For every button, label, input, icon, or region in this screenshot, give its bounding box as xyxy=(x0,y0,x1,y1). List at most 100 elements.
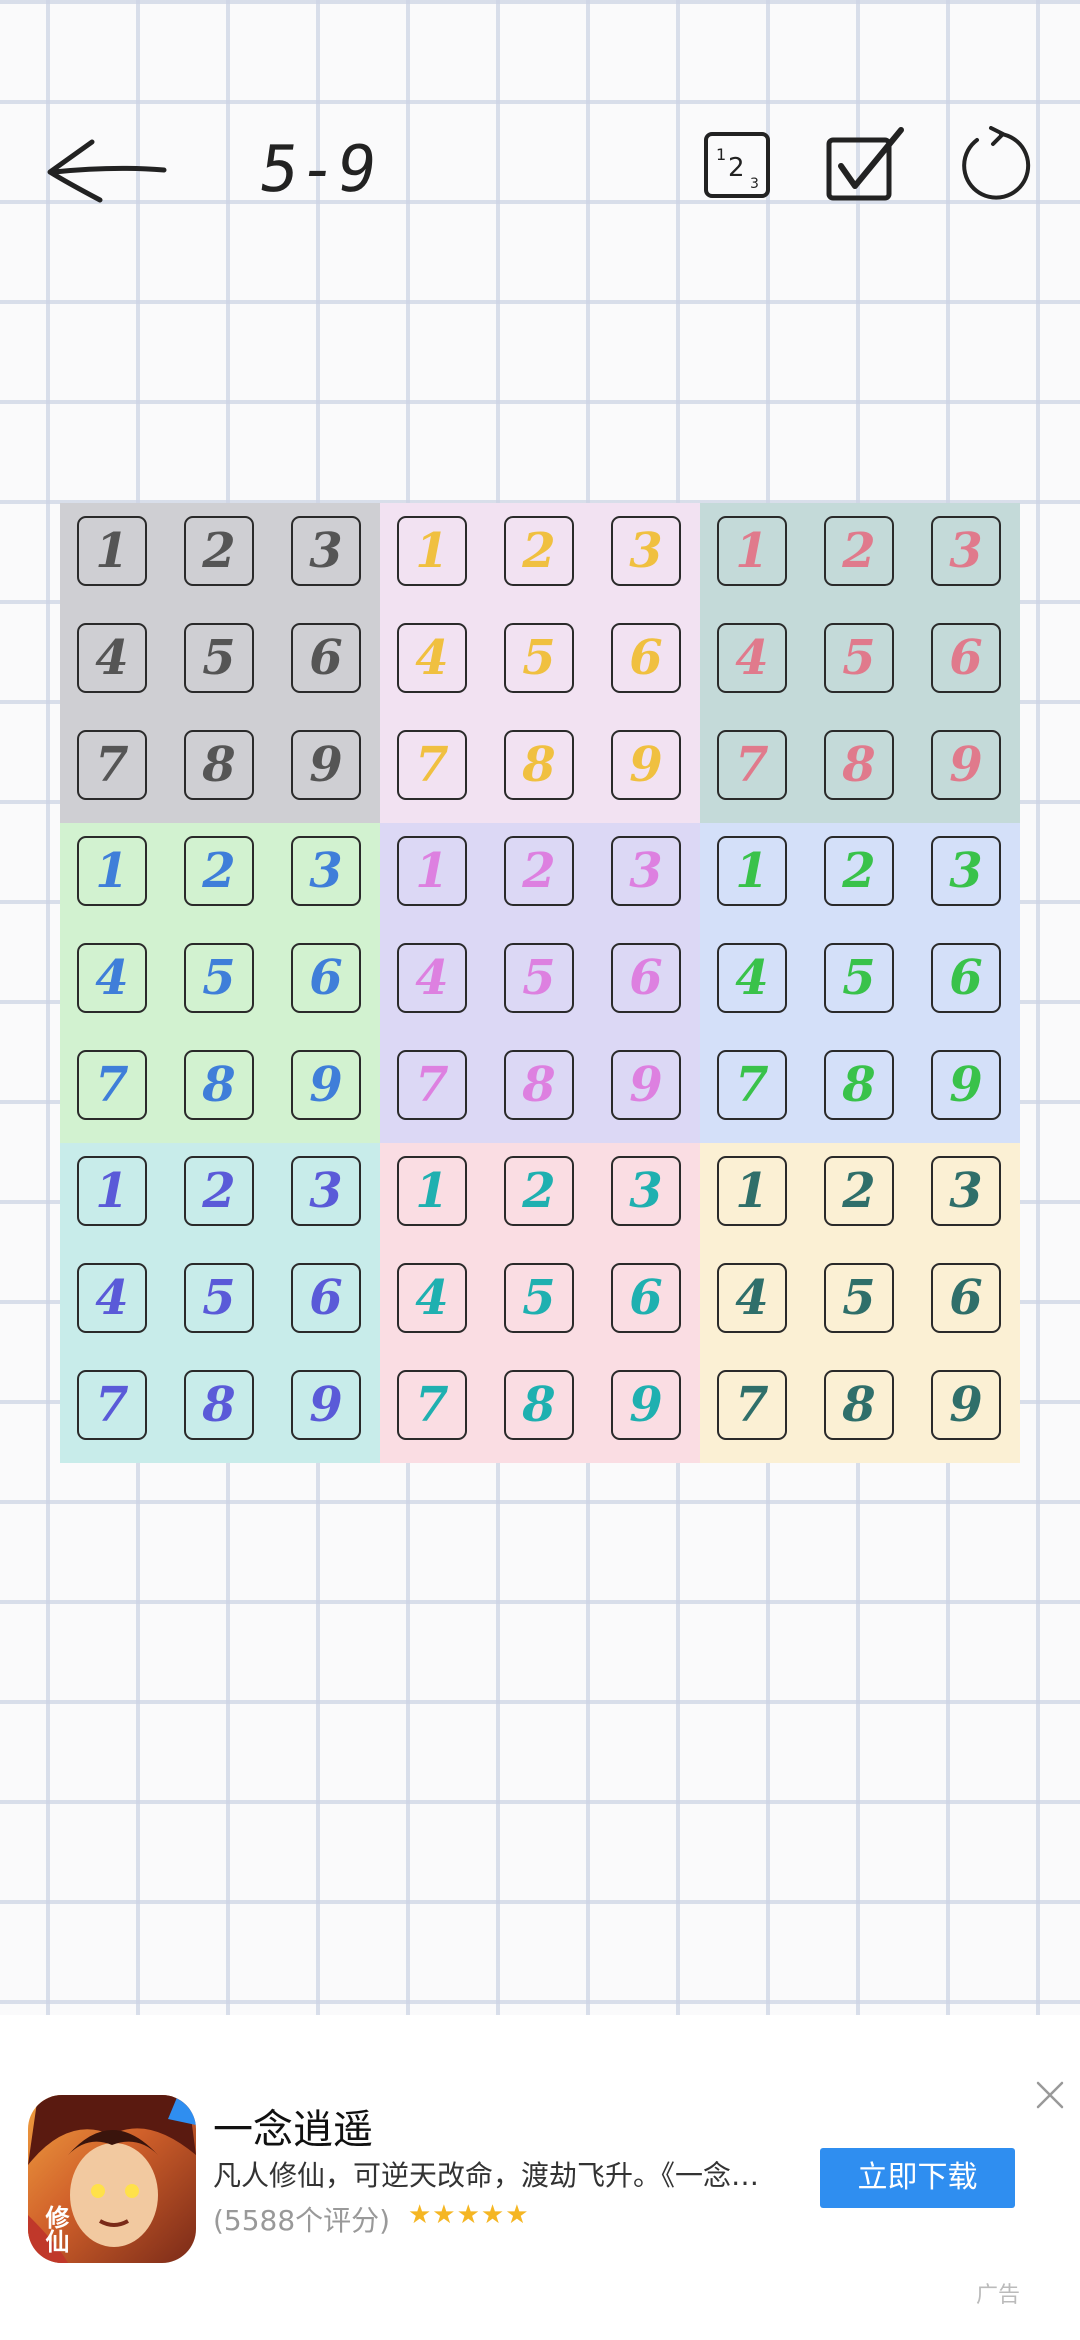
number-cell[interactable]: 6 xyxy=(611,943,681,1013)
number-cell[interactable]: 8 xyxy=(184,1050,254,1120)
ad-label: 广告 xyxy=(976,2283,1021,2308)
number-cell[interactable]: 4 xyxy=(77,943,147,1013)
number-cell[interactable]: 7 xyxy=(77,730,147,800)
ad-banner[interactable]: 修仙 一念逍遥 凡人修仙，可逆天改命，渡劫飞升。《一念… (5588个评分) ★… xyxy=(0,2015,1080,2340)
number-cell[interactable]: 1 xyxy=(717,516,787,586)
number-cell[interactable]: 3 xyxy=(611,1156,681,1226)
number-cell[interactable]: 8 xyxy=(504,1050,574,1120)
number-cell[interactable]: 9 xyxy=(291,730,361,800)
number-cell[interactable]: 2 xyxy=(184,516,254,586)
number-cell[interactable]: 5 xyxy=(504,943,574,1013)
number-cell[interactable]: 9 xyxy=(291,1370,361,1440)
svg-text:1: 1 xyxy=(716,145,726,164)
number-cell[interactable]: 1 xyxy=(397,1156,467,1226)
number-cell[interactable]: 5 xyxy=(824,1263,894,1333)
number-cell[interactable]: 3 xyxy=(931,1156,1001,1226)
number-cell[interactable]: 3 xyxy=(291,1156,361,1226)
number-cell[interactable]: 6 xyxy=(931,623,1001,693)
number-cell[interactable]: 8 xyxy=(504,730,574,800)
number-cell[interactable]: 1 xyxy=(77,516,147,586)
arrow-left-icon xyxy=(47,139,167,203)
number-cell[interactable]: 9 xyxy=(931,1370,1001,1440)
number-cell[interactable]: 5 xyxy=(184,1263,254,1333)
number-cell[interactable]: 6 xyxy=(931,943,1001,1013)
number-cell[interactable]: 3 xyxy=(611,836,681,906)
number-cell[interactable]: 5 xyxy=(184,623,254,693)
box-5: 123 456 789 xyxy=(380,823,700,1143)
number-cell[interactable]: 9 xyxy=(931,730,1001,800)
number-cell[interactable]: 3 xyxy=(611,516,681,586)
number-cell[interactable]: 3 xyxy=(291,516,361,586)
number-cell[interactable]: 5 xyxy=(504,623,574,693)
number-cell[interactable]: 9 xyxy=(611,1370,681,1440)
number-cell[interactable]: 5 xyxy=(824,623,894,693)
number-cell[interactable]: 7 xyxy=(717,730,787,800)
number-cell[interactable]: 7 xyxy=(397,730,467,800)
number-cell[interactable]: 9 xyxy=(291,1050,361,1120)
number-cell[interactable]: 2 xyxy=(824,836,894,906)
back-button[interactable] xyxy=(44,128,174,208)
number-cell[interactable]: 8 xyxy=(824,730,894,800)
restart-button[interactable] xyxy=(955,126,1035,206)
number-cell[interactable]: 1 xyxy=(717,1156,787,1226)
number-cell[interactable]: 5 xyxy=(184,943,254,1013)
number-cell[interactable]: 4 xyxy=(77,623,147,693)
number-cell[interactable]: 9 xyxy=(611,730,681,800)
box-3: 123 456 789 xyxy=(700,503,1020,823)
number-cell[interactable]: 1 xyxy=(717,836,787,906)
number-cell[interactable]: 3 xyxy=(291,836,361,906)
number-cell[interactable]: 1 xyxy=(397,516,467,586)
number-cell[interactable]: 2 xyxy=(184,836,254,906)
number-cell[interactable]: 7 xyxy=(717,1050,787,1120)
number-cell[interactable]: 8 xyxy=(504,1370,574,1440)
ad-description: 凡人修仙，可逆天改命，渡劫飞升。《一念… xyxy=(213,2159,760,2192)
number-cell[interactable]: 2 xyxy=(184,1156,254,1226)
ad-icon-text: 修仙 xyxy=(41,2205,69,2253)
number-cell[interactable]: 4 xyxy=(397,943,467,1013)
check-button[interactable] xyxy=(823,126,904,206)
ad-stars: ★★★★★ xyxy=(408,2200,530,2230)
number-cell[interactable]: 6 xyxy=(611,623,681,693)
number-cell[interactable]: 6 xyxy=(291,943,361,1013)
number-cell[interactable]: 9 xyxy=(611,1050,681,1120)
number-cell[interactable]: 2 xyxy=(504,516,574,586)
ad-download-button[interactable]: 立即下载 xyxy=(820,2148,1015,2208)
top-bar: 5-9 1 2 3 xyxy=(0,120,1080,220)
ad-app-icon[interactable]: 修仙 xyxy=(28,2095,196,2263)
number-hint-button[interactable]: 1 2 3 xyxy=(698,126,778,206)
number-cell[interactable]: 2 xyxy=(504,1156,574,1226)
number-cell[interactable]: 7 xyxy=(77,1370,147,1440)
number-cell[interactable]: 8 xyxy=(184,1370,254,1440)
number-cell[interactable]: 9 xyxy=(931,1050,1001,1120)
number-cell[interactable]: 7 xyxy=(397,1370,467,1440)
number-cell[interactable]: 8 xyxy=(184,730,254,800)
number-cell[interactable]: 6 xyxy=(611,1263,681,1333)
number-cell[interactable]: 5 xyxy=(504,1263,574,1333)
number-cell[interactable]: 6 xyxy=(931,1263,1001,1333)
number-cell[interactable]: 7 xyxy=(397,1050,467,1120)
box-6: 123 456 789 xyxy=(700,823,1020,1143)
number-cell[interactable]: 4 xyxy=(397,623,467,693)
number-cell[interactable]: 7 xyxy=(77,1050,147,1120)
number-cell[interactable]: 4 xyxy=(717,1263,787,1333)
number-cell[interactable]: 6 xyxy=(291,623,361,693)
number-cell[interactable]: 2 xyxy=(824,516,894,586)
ad-close-button[interactable] xyxy=(1030,2075,1070,2115)
number-cell[interactable]: 1 xyxy=(77,836,147,906)
number-cell[interactable]: 3 xyxy=(931,836,1001,906)
number-cell[interactable]: 2 xyxy=(824,1156,894,1226)
number-cell[interactable]: 4 xyxy=(717,623,787,693)
number-cell[interactable]: 8 xyxy=(824,1050,894,1120)
number-cell[interactable]: 2 xyxy=(504,836,574,906)
number-cell[interactable]: 4 xyxy=(717,943,787,1013)
number-cell[interactable]: 1 xyxy=(77,1156,147,1226)
number-cell[interactable]: 6 xyxy=(291,1263,361,1333)
number-cell[interactable]: 8 xyxy=(824,1370,894,1440)
number-cell[interactable]: 3 xyxy=(931,516,1001,586)
number-cell[interactable]: 4 xyxy=(77,1263,147,1333)
number-cell[interactable]: 5 xyxy=(824,943,894,1013)
number-cell[interactable]: 4 xyxy=(397,1263,467,1333)
number-cell[interactable]: 7 xyxy=(717,1370,787,1440)
number-cell[interactable]: 1 xyxy=(397,836,467,906)
svg-text:2: 2 xyxy=(728,153,745,183)
